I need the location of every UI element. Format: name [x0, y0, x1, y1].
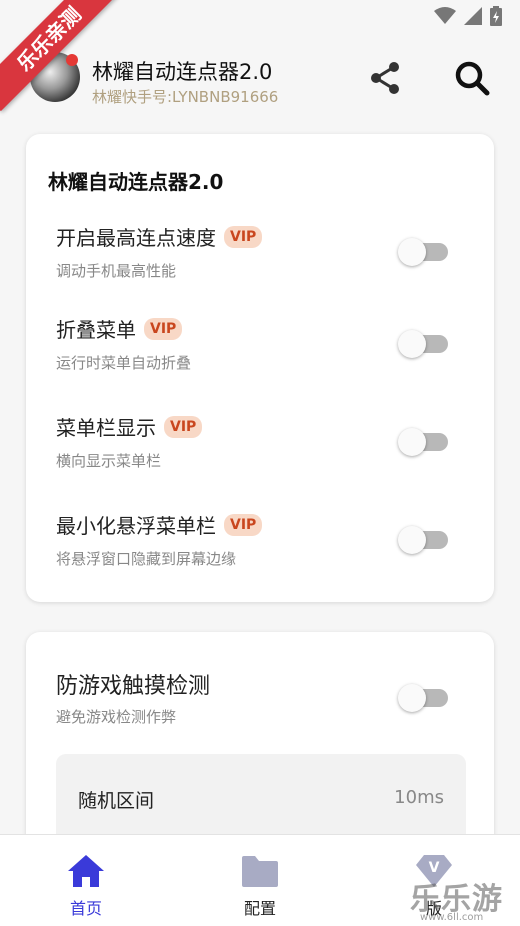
- search-button[interactable]: [452, 58, 492, 98]
- setting-description: 调动手机最高性能: [56, 262, 177, 280]
- vip-badge: VIP: [164, 415, 203, 438]
- folder-icon: [242, 856, 278, 887]
- setting-fold-menu: 折叠菜单 VIP 运行时菜单自动折叠: [26, 314, 494, 394]
- anti-detect-card: 防游戏触摸检测 避免游戏检测作弊 随机区间 10ms: [26, 632, 494, 862]
- setting-label-row: 防游戏触摸检测: [56, 668, 210, 700]
- setting-label: 折叠菜单: [56, 318, 136, 342]
- status-icons: [434, 6, 502, 26]
- nav-config[interactable]: 配置: [200, 835, 320, 926]
- search-icon: [455, 61, 490, 96]
- toggle-thumb: [398, 330, 426, 358]
- setting-label: 菜单栏显示: [56, 416, 156, 440]
- watermark-url: www.6ll.com: [420, 912, 484, 923]
- vip-badge: VIP: [144, 317, 183, 340]
- home-icon: [68, 855, 104, 887]
- settings-card: 林耀自动连点器2.0 开启最高连点速度 VIP 调动手机最高性能 折叠菜单 VI…: [26, 134, 494, 602]
- max-speed-toggle[interactable]: [398, 238, 450, 266]
- random-interval-label: 随机区间: [78, 790, 155, 812]
- setting-anti-touch-detect: 防游戏触摸检测 避免游戏检测作弊: [26, 668, 494, 748]
- setting-label: 最小化悬浮菜单栏: [56, 514, 216, 538]
- toggle-thumb: [398, 428, 426, 456]
- setting-label-row: 菜单栏显示 VIP: [56, 412, 203, 441]
- minimize-floating-toggle[interactable]: [398, 526, 450, 554]
- random-interval-value: 10ms: [394, 787, 444, 808]
- toggle-thumb: [398, 684, 426, 712]
- setting-description: 避免游戏检测作弊: [56, 708, 177, 726]
- anti-touch-detect-toggle[interactable]: [398, 684, 450, 712]
- share-icon: [371, 62, 399, 94]
- toggle-thumb: [398, 238, 426, 266]
- setting-minimize-floating: 最小化悬浮菜单栏 VIP 将悬浮窗口隐藏到屏幕边缘: [26, 510, 494, 590]
- setting-description: 将悬浮窗口隐藏到屏幕边缘: [56, 550, 237, 568]
- signal-icon: [464, 7, 482, 25]
- menubar-display-toggle[interactable]: [398, 428, 450, 456]
- nav-label: 配置: [243, 899, 276, 918]
- toggle-thumb: [398, 526, 426, 554]
- setting-label: 开启最高连点速度: [56, 226, 216, 250]
- fold-menu-toggle[interactable]: [398, 330, 450, 358]
- vip-badge: VIP: [224, 513, 263, 536]
- setting-description: 运行时菜单自动折叠: [56, 354, 192, 372]
- promo-ribbon: 乐乐亲测: [0, 0, 120, 120]
- setting-menubar-display: 菜单栏显示 VIP 横向显示菜单栏: [26, 412, 494, 492]
- battery-icon: [490, 6, 502, 26]
- nav-home[interactable]: 首页: [26, 835, 146, 926]
- nav-label: 首页: [69, 899, 102, 918]
- setting-label-row: 折叠菜单 VIP: [56, 314, 183, 343]
- wifi-icon: [434, 7, 456, 24]
- setting-max-speed: 开启最高连点速度 VIP 调动手机最高性能: [26, 222, 494, 302]
- setting-label-row: 开启最高连点速度 VIP: [56, 222, 263, 251]
- setting-label-row: 最小化悬浮菜单栏 VIP: [56, 510, 263, 539]
- setting-label: 防游戏触摸检测: [56, 674, 211, 699]
- ribbon-label: 乐乐亲测: [0, 0, 120, 112]
- setting-description: 横向显示菜单栏: [56, 452, 162, 470]
- card-title: 林耀自动连点器2.0: [48, 170, 224, 194]
- random-interval-row[interactable]: 随机区间 10ms: [56, 754, 466, 844]
- share-button[interactable]: [366, 58, 406, 98]
- vip-badge: VIP: [224, 225, 263, 248]
